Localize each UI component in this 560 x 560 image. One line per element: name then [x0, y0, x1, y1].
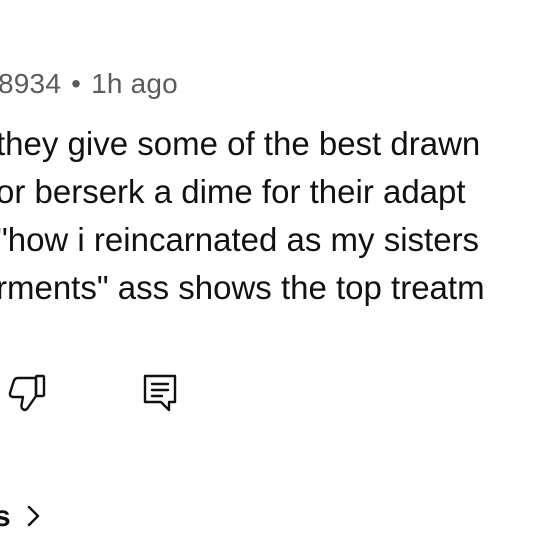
comment-body: they give some of the best drawn or bers… — [0, 120, 485, 312]
view-replies-link[interactable]: s — [0, 500, 43, 534]
timestamp: 1h ago — [91, 68, 178, 99]
comment-line-1: they give some of the best drawn — [0, 125, 481, 162]
meta-separator: • — [71, 68, 82, 99]
comment-line-3: "how i reincarnated as my sisters — [0, 221, 480, 258]
comment-icon[interactable] — [140, 372, 180, 414]
comment-line-4: rments" ass shows the top treatm — [0, 269, 485, 306]
comment-meta: 8934 • 1h ago — [0, 68, 178, 100]
comment-line-2: or berserk a dime for their adapt — [0, 173, 466, 210]
view-replies-label: s — [0, 500, 11, 533]
chevron-right-icon — [27, 505, 39, 527]
author-name[interactable]: 8934 — [0, 68, 61, 99]
thumbs-down-icon[interactable] — [6, 372, 48, 416]
comment-actions — [0, 370, 560, 420]
